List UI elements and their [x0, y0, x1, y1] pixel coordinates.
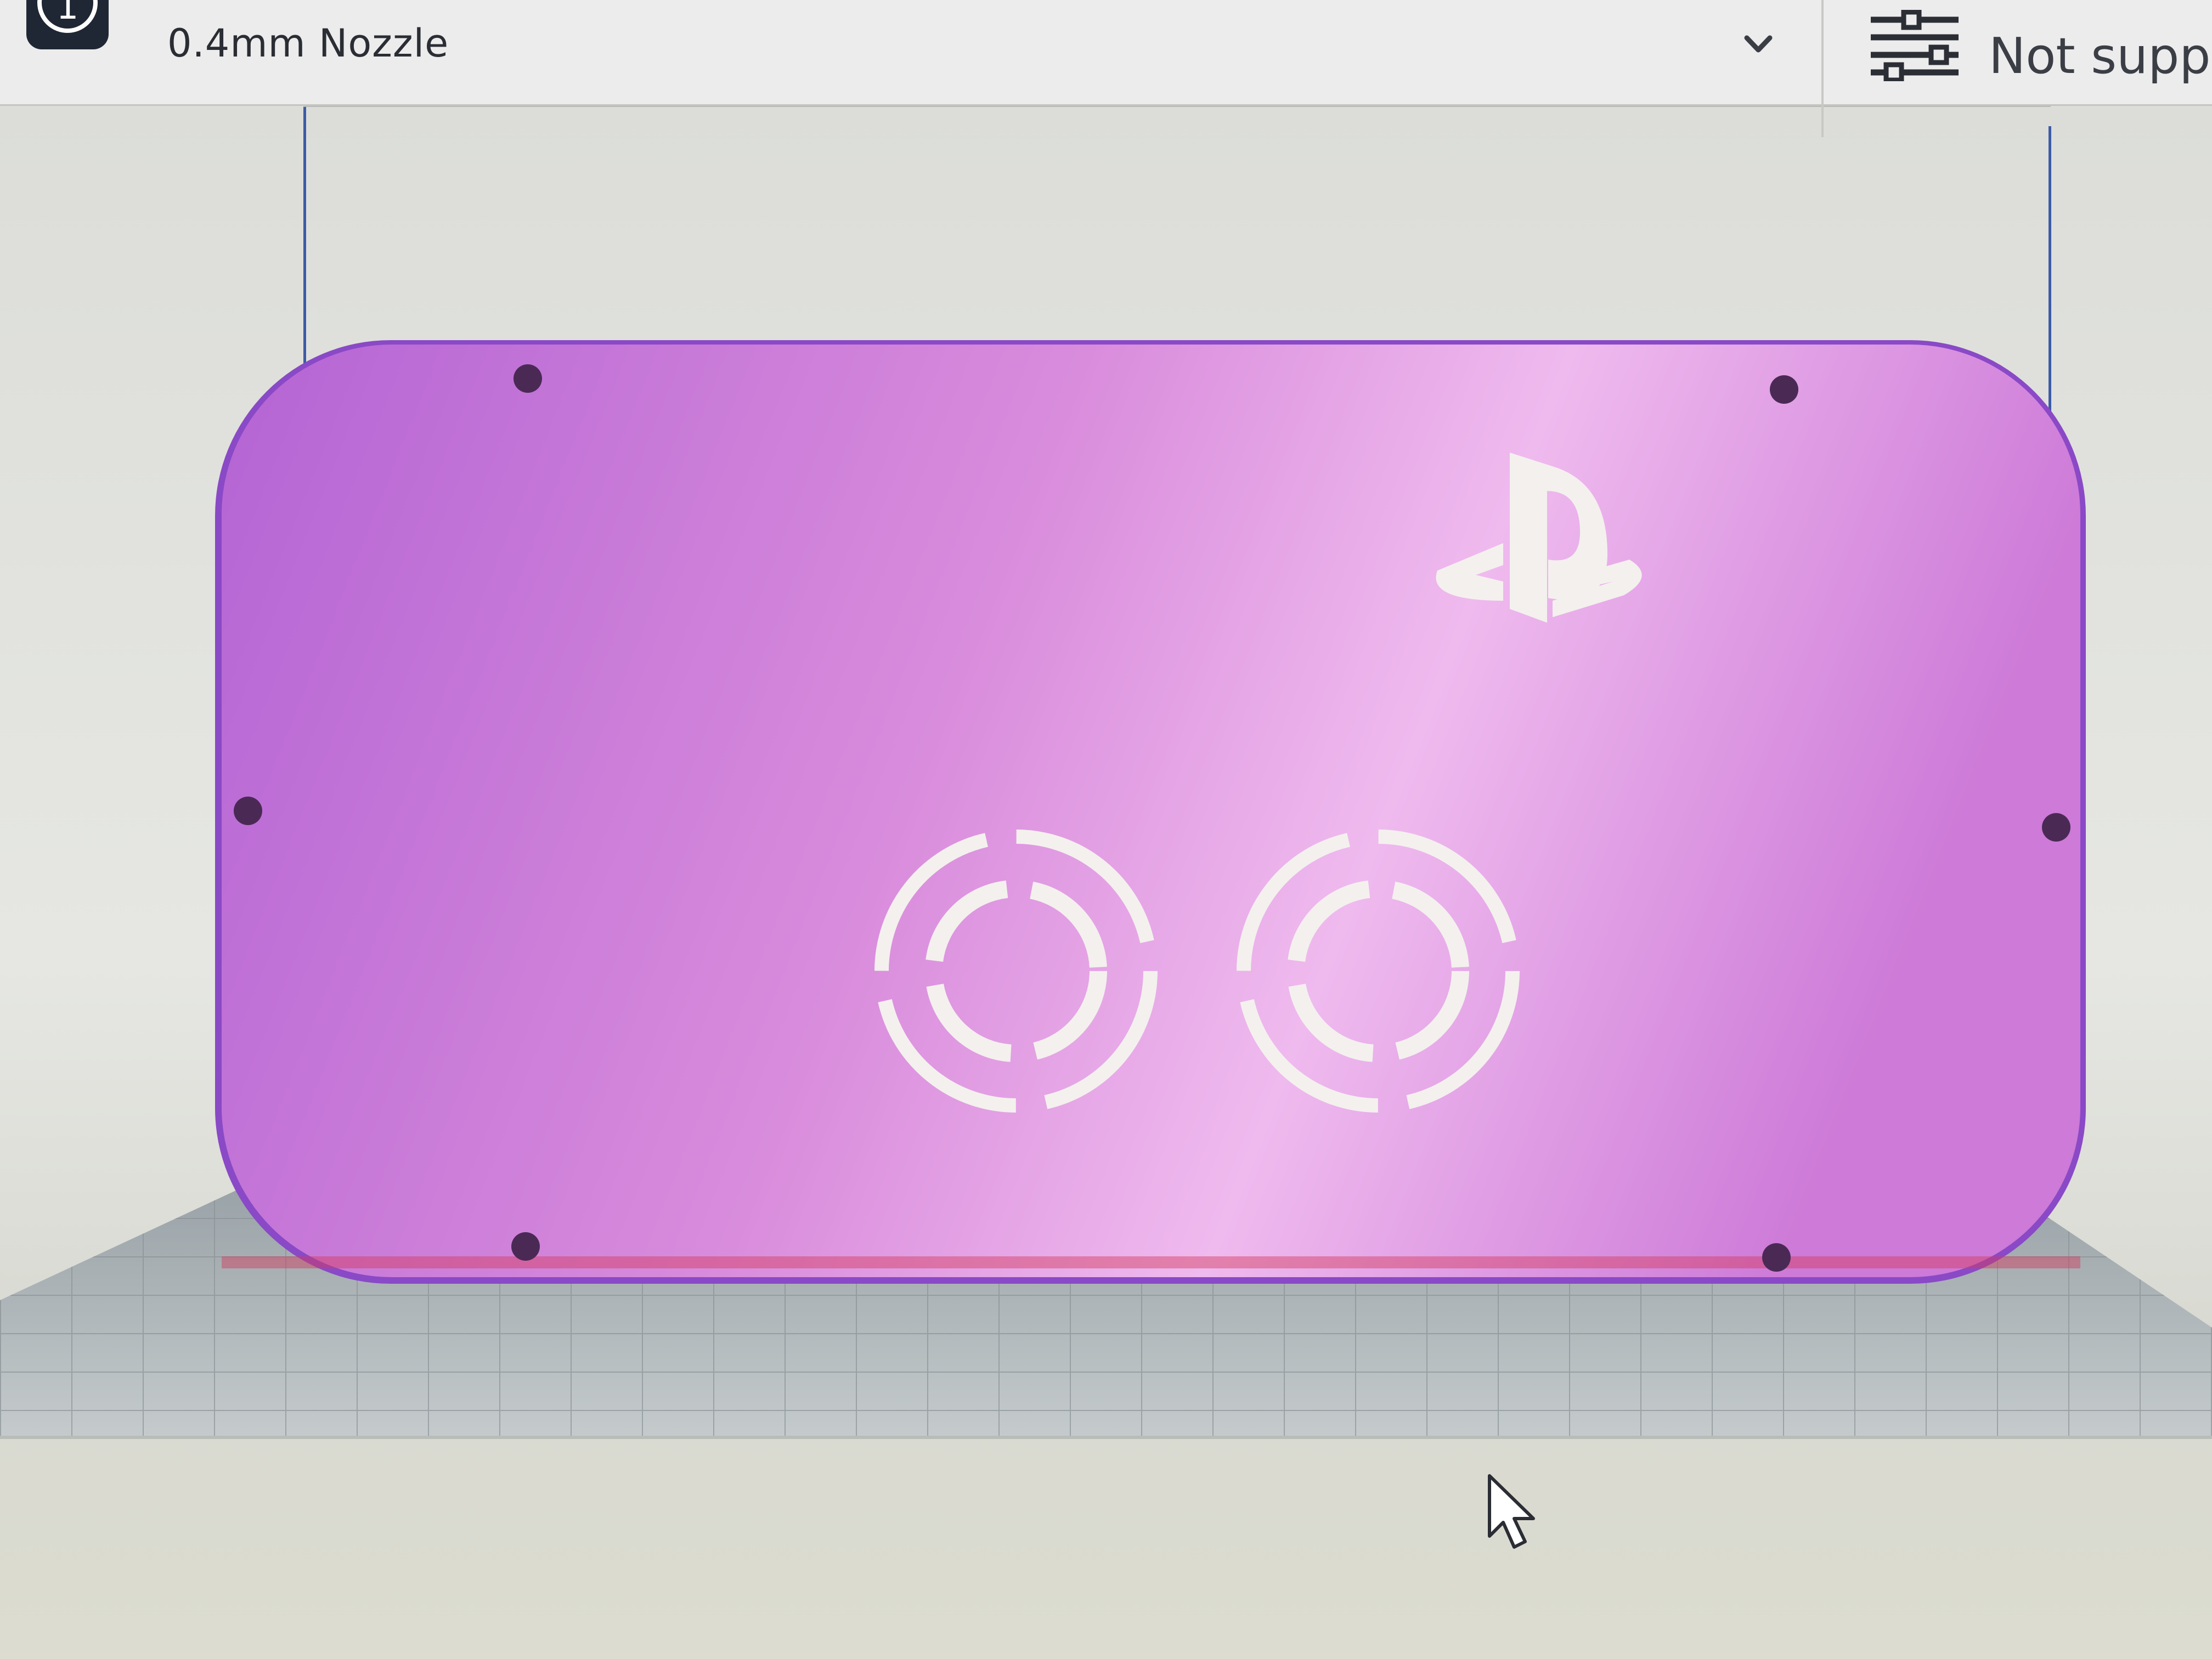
extruder-number: 1 — [37, 0, 98, 33]
extruder-badge-icon[interactable]: 1 — [26, 0, 109, 49]
nozzle-label[interactable]: 0.4mm Nozzle — [167, 21, 449, 66]
model-back-panel — [215, 340, 2086, 1284]
chevron-down-icon[interactable] — [1739, 25, 1778, 63]
support-label[interactable]: Not suppo — [1989, 27, 2212, 85]
sliders-icon[interactable] — [1871, 10, 1959, 81]
mouse-pointer-icon — [1488, 1474, 1535, 1549]
model-scene — [0, 340, 2212, 1549]
3d-viewport[interactable] — [0, 104, 2212, 1659]
toolbar-divider — [1821, 0, 1824, 137]
top-toolbar: 1 0.4mm Nozzle Not suppo — [0, 0, 2212, 137]
